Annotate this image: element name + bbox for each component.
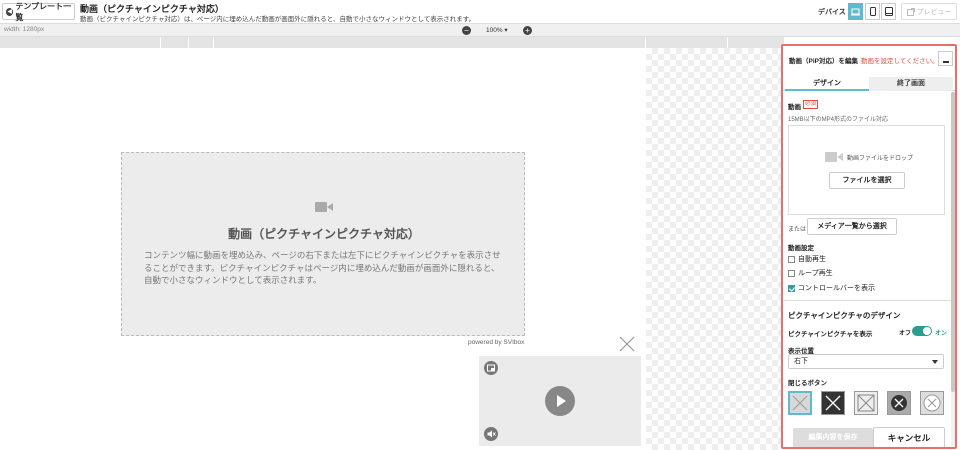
placeholder-description: コンテンツ幅に動画を埋め込み、ページの右下または左下にピクチャインピクチャを表示… — [144, 250, 501, 285]
video-dropzone[interactable]: 動画ファイルをドロップ ファイルを選択 — [788, 125, 945, 215]
close-style-option-2[interactable] — [821, 391, 845, 415]
video-edit-panel: 動画（PiP対応）を編集 動画を設定してください。 デザイン 終了画面 動画 必… — [781, 44, 957, 449]
canvas-transparent-area — [646, 48, 782, 450]
page-subtitle: 動画（ピクチャインピクチャ対応）は、ページ内に埋め込んだ動画が画面外に隠れると、… — [80, 16, 476, 23]
video-camera-icon — [315, 202, 333, 212]
grid-column — [189, 37, 214, 48]
device-mobile-button[interactable] — [865, 3, 880, 20]
preview-button[interactable]: プレビュー — [901, 3, 957, 20]
toggle-off-label: オフ — [899, 331, 912, 337]
dropzone-text: 動画ファイルをドロップ — [847, 156, 914, 162]
autoplay-label: 自動再生 — [798, 256, 826, 263]
close-style-option-4[interactable] — [887, 391, 911, 415]
grid-column — [214, 37, 646, 48]
tab-design[interactable]: デザイン — [785, 77, 869, 91]
close-x-circle-icon — [923, 394, 941, 412]
zoom-in-button[interactable]: + — [523, 26, 532, 35]
width-label: width: 1280px — [4, 26, 45, 33]
select-from-media-button[interactable]: メディア一覧から選択 — [807, 218, 897, 235]
chevron-down-icon — [932, 360, 938, 364]
grid-column — [728, 37, 785, 48]
device-tablet-button[interactable] — [881, 3, 896, 20]
video-settings-label: 動画設定 — [788, 245, 814, 252]
grid-column — [0, 37, 161, 48]
loop-checkbox[interactable] — [788, 269, 795, 277]
close-style-option-1[interactable] — [788, 391, 812, 415]
required-badge: 必須 — [803, 100, 819, 109]
grid-column — [161, 37, 189, 48]
top-bar: ◀ テンプレート一覧 動画（ピクチャインピクチャ対応） 動画（ピクチャインピクチ… — [0, 0, 960, 24]
loop-option[interactable]: ループ再生 — [788, 268, 833, 278]
pip-close-icon[interactable] — [618, 335, 636, 353]
pip-show-label: ピクチャインピクチャを表示 — [788, 331, 873, 338]
panel-tabs: デザイン 終了画面 — [783, 77, 955, 91]
pip-design-heading: ピクチャインピクチャのデザイン — [788, 311, 901, 320]
autoplay-checkbox[interactable] — [788, 255, 795, 263]
toggle-on-label: オン — [935, 331, 948, 337]
video-label: 動画 — [788, 104, 801, 111]
back-to-templates-button[interactable]: ◀ テンプレート一覧 — [2, 1, 75, 22]
tab-end-screen[interactable]: 終了画面 — [869, 77, 953, 91]
play-icon[interactable] — [545, 386, 575, 416]
tablet-icon — [884, 7, 893, 16]
close-style-option-3[interactable] — [854, 391, 878, 415]
controlbar-checkbox[interactable] — [788, 284, 795, 292]
section-divider — [783, 300, 951, 301]
preview-label: プレビュー — [916, 8, 952, 16]
panel-title: 動画（PiP対応）を編集 — [789, 58, 858, 65]
close-x-icon — [825, 395, 841, 411]
panel-warning: 動画を設定してください。 — [861, 58, 939, 65]
controlbar-label: コントロールバーを表示 — [798, 285, 875, 292]
select-file-button[interactable]: ファイルを選択 — [829, 172, 905, 189]
pip-toggle-icon[interactable] — [484, 361, 498, 375]
zoom-out-button[interactable]: − — [462, 26, 471, 35]
video-hint: 15MB以下のMP4形式のファイル対応 — [788, 117, 889, 123]
pip-preview-window — [479, 356, 641, 446]
minimize-panel-button[interactable] — [938, 51, 953, 66]
loop-label: ループ再生 — [798, 270, 833, 277]
back-label: テンプレート一覧 — [15, 1, 72, 22]
device-label: デバイス — [818, 9, 846, 16]
cancel-button[interactable]: キャンセル — [873, 427, 945, 447]
powered-by-label: powered by SVIbox — [468, 339, 525, 346]
placeholder-title: 動画（ピクチャインピクチャ対応） — [228, 227, 420, 241]
autoplay-option[interactable]: 自動再生 — [788, 254, 826, 264]
controlbar-option[interactable]: コントロールバーを表示 — [788, 283, 875, 293]
arrow-left-icon: ◀ — [6, 7, 14, 16]
video-placeholder-block[interactable]: 動画（ピクチャインピクチャ対応） コンテンツ幅に動画を埋め込み、ページの右下また… — [121, 152, 525, 336]
or-label: または — [788, 227, 807, 233]
close-x-circle-icon — [891, 395, 907, 411]
mute-icon[interactable] — [484, 427, 498, 441]
close-x-icon — [792, 395, 808, 411]
close-style-option-5[interactable] — [920, 391, 944, 415]
pip-show-toggle[interactable] — [912, 326, 932, 336]
save-button[interactable]: 編集内容を保存 — [793, 428, 873, 447]
close-button-style-options — [788, 391, 948, 417]
zoom-level-dropdown[interactable]: 100% ▾ — [486, 26, 508, 34]
device-desktop-button[interactable] — [848, 3, 863, 20]
close-button-style-label: 閉じるボタン — [788, 380, 827, 387]
video-camera-icon — [825, 152, 843, 162]
zoom-toolbar: width: 1280px − 100% ▾ + — [0, 24, 960, 37]
grid-column — [646, 37, 728, 48]
layout-grid-bar — [0, 37, 785, 48]
mobile-icon — [869, 7, 876, 16]
close-x-icon — [857, 394, 875, 412]
desktop-icon — [851, 8, 860, 15]
position-value: 右下 — [794, 358, 808, 365]
position-select[interactable]: 右下 — [788, 354, 944, 369]
external-link-icon — [906, 7, 915, 16]
panel-scrollbar[interactable] — [951, 92, 955, 392]
